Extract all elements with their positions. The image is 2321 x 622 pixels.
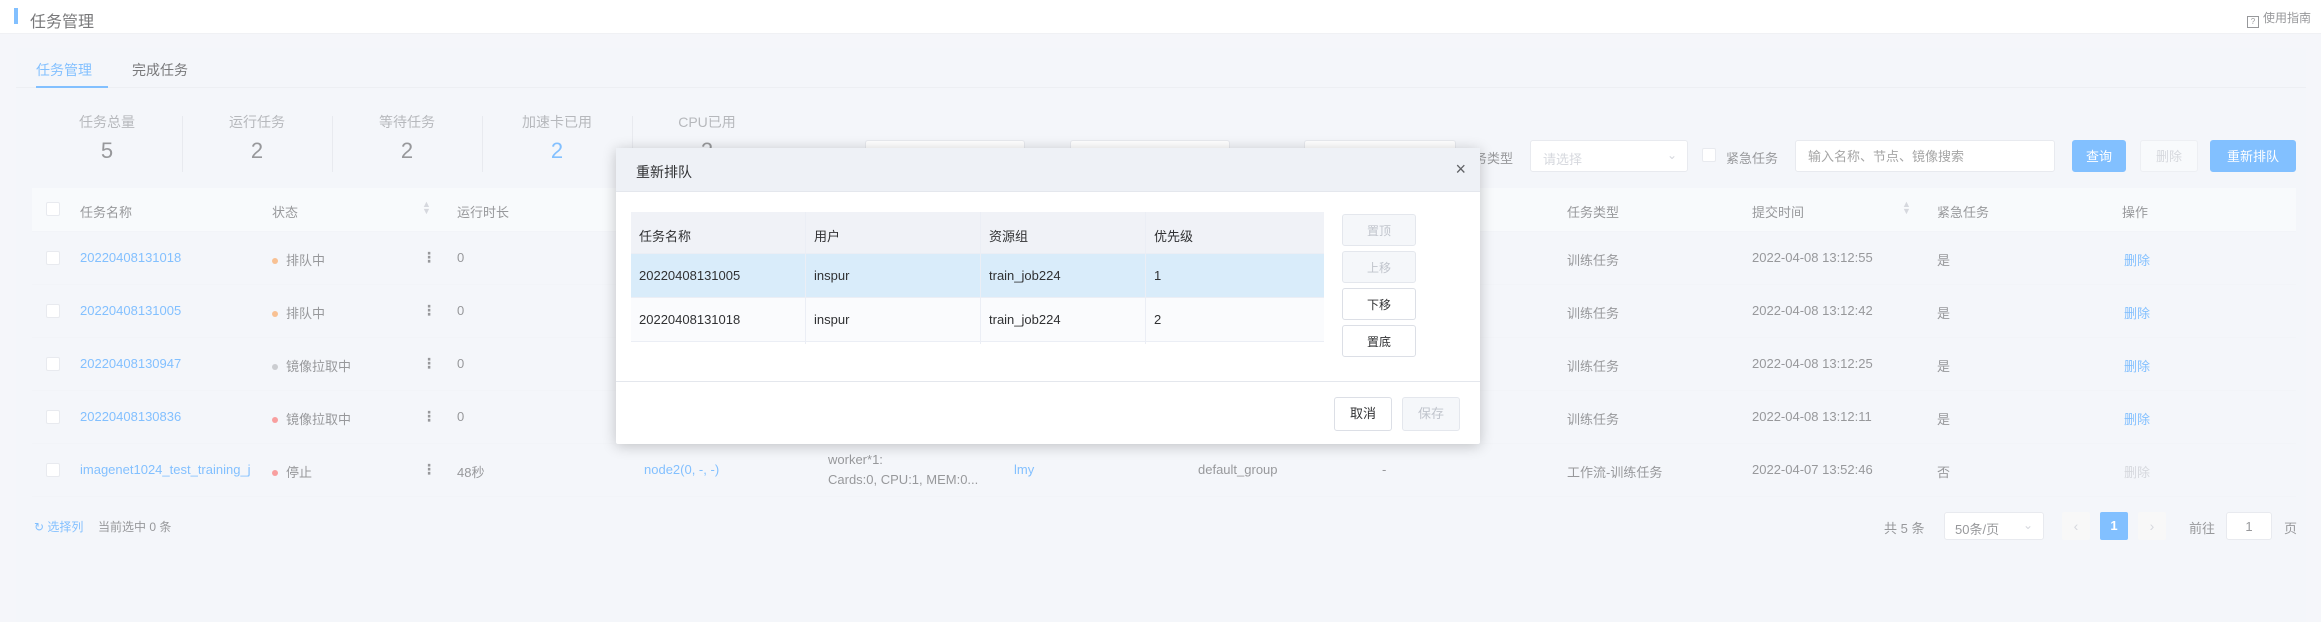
move-up-button[interactable]: 上移 xyxy=(1342,251,1416,283)
divider xyxy=(1145,212,1146,344)
col-priority: 优先级 xyxy=(1154,229,1194,244)
move-down-button[interactable]: 下移 xyxy=(1342,288,1416,320)
move-top-button[interactable]: 置顶 xyxy=(1342,214,1416,246)
divider xyxy=(805,212,806,344)
queue-group: train_job224 xyxy=(989,312,1061,327)
queue-user: inspur xyxy=(814,268,850,283)
cancel-button[interactable]: 取消 xyxy=(1334,397,1392,431)
queue-table-header: 任务名称 用户 资源组 优先级 xyxy=(631,212,1324,254)
queue-priority: 2 xyxy=(1154,312,1162,327)
dialog-footer-divider xyxy=(616,381,1480,382)
divider xyxy=(980,212,981,344)
col-task-name: 任务名称 xyxy=(639,229,692,244)
move-bottom-button[interactable]: 置底 xyxy=(1342,325,1416,357)
queue-task-name: 20220408131005 xyxy=(639,268,741,283)
queue-user: inspur xyxy=(814,312,850,327)
requeue-dialog: 重新排队 × 任务名称 用户 资源组 优先级 20220408131005 in… xyxy=(616,148,1480,444)
save-button[interactable]: 保存 xyxy=(1402,397,1460,431)
queue-priority: 1 xyxy=(1154,268,1162,283)
queue-row[interactable]: 20220408131018 inspur train_job224 2 xyxy=(631,298,1324,342)
col-resource-group: 资源组 xyxy=(989,229,1029,244)
dialog-header: 重新排队 × xyxy=(616,148,1480,192)
col-user: 用户 xyxy=(814,229,841,244)
queue-row-selected[interactable]: 20220408131005 inspur train_job224 1 xyxy=(631,254,1324,298)
queue-group: train_job224 xyxy=(989,268,1061,283)
queue-task-name: 20220408131018 xyxy=(639,312,741,327)
close-icon[interactable]: × xyxy=(1455,159,1466,180)
dialog-title: 重新排队 xyxy=(636,164,692,180)
